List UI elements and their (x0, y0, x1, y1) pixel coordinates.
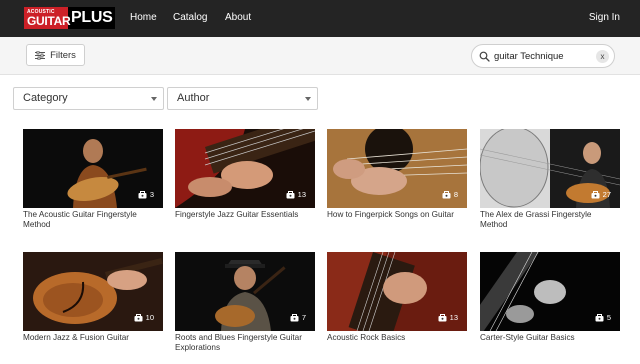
nav-about-link[interactable]: About (225, 12, 251, 23)
lesson-count: 5 (606, 313, 611, 322)
course-thumbnail: 7 (175, 252, 315, 331)
course-title: Roots and Blues Fingerstyle Guitar Explo… (175, 333, 302, 352)
category-select-label: Category (23, 92, 68, 104)
lesson-count-badge: 8 (442, 190, 458, 199)
author-select[interactable]: Author (167, 87, 318, 110)
lessons-icon (591, 191, 600, 199)
chevron-down-icon (305, 97, 311, 101)
lesson-count: 8 (453, 190, 458, 199)
search-box[interactable]: x (471, 44, 615, 68)
lesson-count: 13 (297, 190, 306, 199)
top-nav: ACOUSTIC GUITAR PLUS Home Catalog About … (0, 0, 640, 37)
filters-button[interactable]: Filters (26, 44, 85, 66)
chevron-down-icon (151, 97, 157, 101)
lessons-icon (286, 191, 295, 199)
sliders-icon (35, 50, 46, 60)
lesson-count-badge: 5 (595, 313, 611, 322)
lesson-count: 10 (145, 313, 154, 322)
lesson-count: 7 (301, 313, 306, 322)
lesson-count: 13 (449, 313, 458, 322)
course-thumbnail: 10 (23, 252, 163, 331)
search-input[interactable] (494, 49, 594, 64)
lesson-count-badge: 13 (286, 190, 306, 199)
lessons-icon (290, 314, 299, 322)
nav-home-link[interactable]: Home (130, 12, 157, 23)
close-icon: x (600, 51, 605, 61)
site-logo[interactable]: ACOUSTIC GUITAR PLUS (24, 7, 116, 29)
lesson-count-badge: 27 (591, 190, 611, 199)
logo-red-block: ACOUSTIC GUITAR (24, 7, 71, 29)
filter-toolbar: Filters x (0, 37, 640, 75)
lessons-icon (134, 314, 143, 322)
course-thumbnail: 13 (175, 129, 315, 208)
lessons-icon (442, 191, 451, 199)
filters-button-label: Filters (50, 49, 76, 61)
course-thumbnail: 27 (480, 129, 620, 208)
course-thumbnail: 3 (23, 129, 163, 208)
course-thumbnail: 13 (327, 252, 467, 331)
lesson-count-badge: 7 (290, 313, 306, 322)
course-title: Acoustic Rock Basics (327, 333, 406, 342)
course-thumbnail: 5 (480, 252, 620, 331)
search-icon (479, 51, 490, 62)
course-thumbnail: 8 (327, 129, 467, 208)
sign-in-link[interactable]: Sign In (589, 12, 620, 23)
lesson-count: 27 (602, 190, 611, 199)
lessons-icon (438, 314, 447, 322)
lesson-count: 3 (149, 190, 154, 199)
course-title: Carter-Style Guitar Basics (480, 333, 575, 342)
lesson-count-badge: 3 (138, 190, 154, 199)
lesson-count-badge: 13 (438, 313, 458, 322)
logo-plus-text: PLUS (68, 7, 116, 29)
course-title: The Acoustic Guitar Fingerstyle Method (23, 210, 137, 229)
course-title: How to Fingerpick Songs on Guitar (327, 210, 454, 219)
course-title: Fingerstyle Jazz Guitar Essentials (175, 210, 299, 219)
course-title: Modern Jazz & Fusion Guitar (23, 333, 130, 342)
lesson-count-badge: 10 (134, 313, 154, 322)
clear-search-button[interactable]: x (596, 50, 609, 63)
author-select-label: Author (177, 92, 210, 104)
course-title: The Alex de Grassi Fingerstyle Method (480, 210, 592, 229)
lessons-icon (138, 191, 147, 199)
logo-guitar-text: GUITAR (27, 14, 71, 28)
nav-catalog-link[interactable]: Catalog (173, 12, 207, 23)
category-select[interactable]: Category (13, 87, 164, 110)
lessons-icon (595, 314, 604, 322)
